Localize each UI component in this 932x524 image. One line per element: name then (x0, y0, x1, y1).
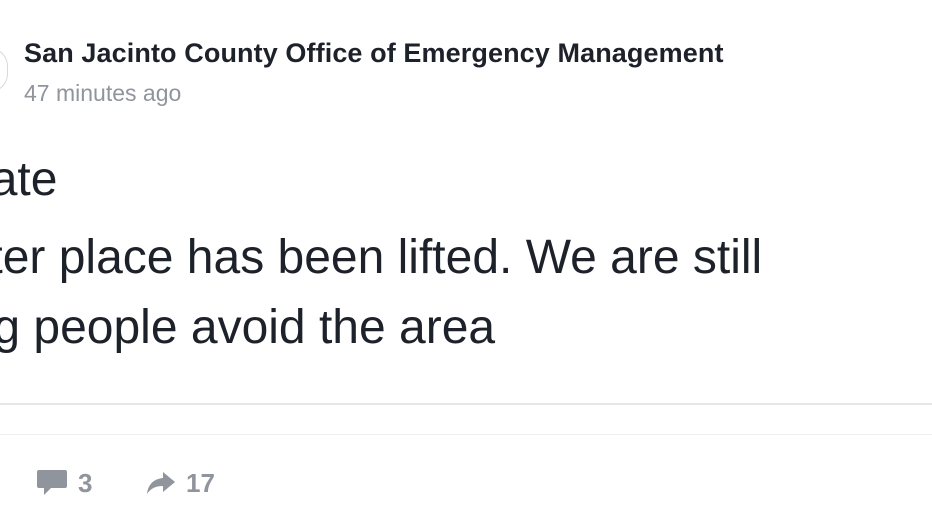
share-arrow-icon (146, 470, 176, 496)
post-card: San Jacinto County Office of Emergency M… (0, 0, 932, 524)
post-timestamp[interactable]: 47 minutes ago (24, 80, 181, 107)
divider (0, 434, 932, 435)
author-name[interactable]: San Jacinto County Office of Emergency M… (24, 38, 724, 69)
post-text-line-1: date (0, 153, 58, 206)
comment-count: 3 (78, 467, 93, 498)
share-count: 17 (186, 467, 215, 498)
share-button[interactable]: 17 (146, 466, 215, 500)
divider (0, 403, 932, 405)
comment-button[interactable]: 3 (36, 466, 92, 500)
avatar[interactable] (0, 48, 8, 92)
speech-bubble-icon (36, 468, 68, 498)
post-text-line-3: ing people avoid the area (0, 301, 496, 354)
post-text-line-2: elter place has been lifted. We are stil… (0, 231, 763, 284)
